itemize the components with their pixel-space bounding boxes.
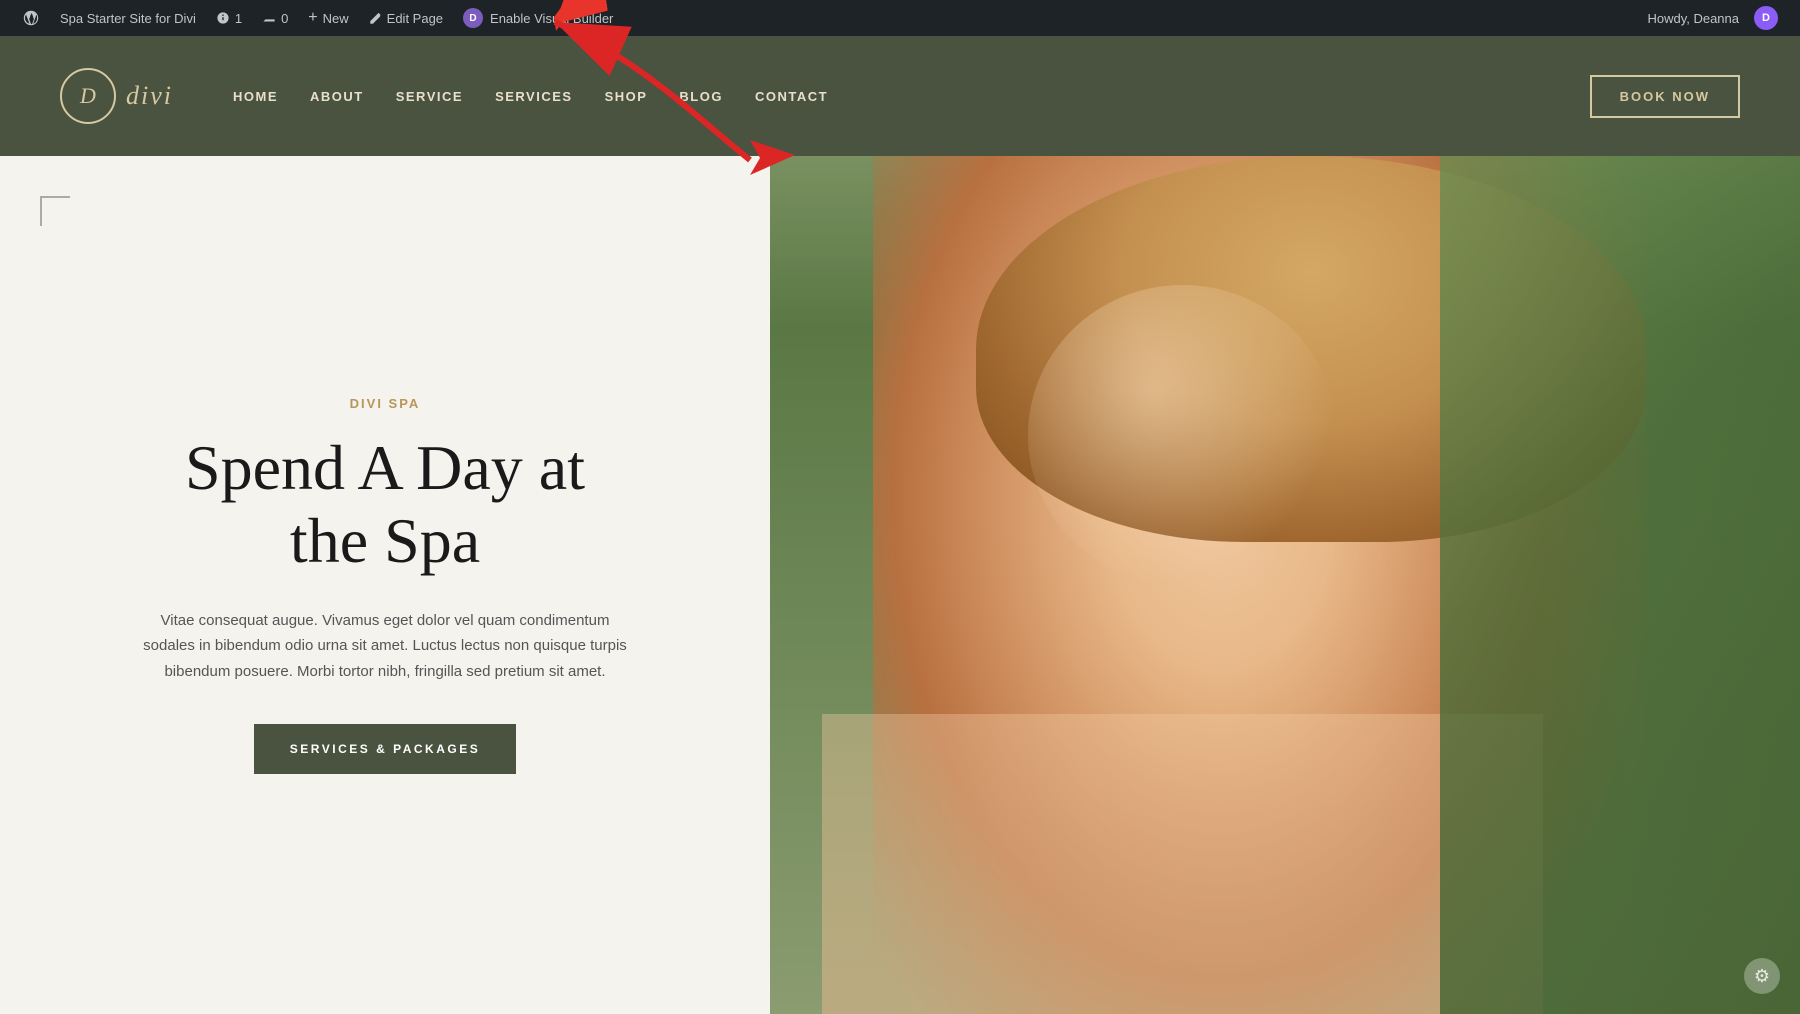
new-item[interactable]: + New bbox=[298, 0, 358, 36]
admin-bar-right: Howdy, Deanna D bbox=[1627, 6, 1788, 30]
comments-item[interactable]: 0 bbox=[252, 0, 298, 36]
comments-count: 0 bbox=[281, 11, 288, 26]
book-now-button[interactable]: BOOK NOW bbox=[1590, 75, 1740, 118]
nav-about[interactable]: ABOUT bbox=[310, 89, 364, 104]
hero-subtitle: DIVI SPA bbox=[350, 396, 421, 411]
foliage-layer bbox=[1440, 156, 1800, 1014]
howdy-text: Howdy, Deanna bbox=[1637, 11, 1749, 26]
logo-circle: D bbox=[60, 68, 116, 124]
nav-service[interactable]: SERVICE bbox=[396, 89, 463, 104]
hero-heading-line1: Spend A Day at bbox=[185, 432, 585, 503]
revision-count: 1 bbox=[235, 11, 242, 26]
edit-page-label: Edit Page bbox=[387, 11, 443, 26]
hero-heading-line2: the Spa bbox=[290, 505, 480, 576]
nav-blog[interactable]: BLOG bbox=[679, 89, 723, 104]
cta-button[interactable]: SERVICES & PACKAGES bbox=[254, 724, 516, 774]
settings-icon[interactable]: ⚙ bbox=[1744, 958, 1780, 994]
site-name-item[interactable]: Spa Starter Site for Divi bbox=[50, 0, 206, 36]
site-nav: HOME ABOUT SERVICE SERVICES SHOP BLOG CO… bbox=[233, 89, 1590, 104]
revision-item[interactable]: 1 bbox=[206, 0, 252, 36]
hero-image: ⚙ bbox=[770, 156, 1800, 1014]
nav-services[interactable]: SERVICES bbox=[495, 89, 573, 104]
face-highlight bbox=[1028, 285, 1337, 585]
nav-shop[interactable]: SHOP bbox=[605, 89, 648, 104]
hero-description: Vitae consequat augue. Vivamus eget dolo… bbox=[135, 608, 635, 685]
main-content: DIVI SPA Spend A Day at the Spa Vitae co… bbox=[0, 156, 1800, 1014]
corner-bracket-decoration bbox=[40, 196, 70, 226]
howdy-item[interactable]: Howdy, Deanna D bbox=[1627, 6, 1788, 30]
hero-heading: Spend A Day at the Spa bbox=[185, 431, 585, 578]
wp-logo-item[interactable] bbox=[12, 0, 50, 36]
enable-vb-label: Enable Visual Builder bbox=[490, 11, 613, 26]
nav-home[interactable]: HOME bbox=[233, 89, 278, 104]
site-name-label: Spa Starter Site for Divi bbox=[60, 11, 196, 26]
nav-contact[interactable]: CONTACT bbox=[755, 89, 828, 104]
admin-bar: Spa Starter Site for Divi 1 0 + New Edit… bbox=[0, 0, 1800, 36]
divi-icon: D bbox=[463, 8, 483, 28]
enable-vb-item[interactable]: D Enable Visual Builder bbox=[453, 0, 623, 36]
spa-photo-placeholder: ⚙ bbox=[770, 156, 1800, 1014]
body-layer bbox=[822, 714, 1543, 1014]
user-avatar: D bbox=[1754, 6, 1778, 30]
new-label: New bbox=[323, 11, 349, 26]
site-logo[interactable]: D divi bbox=[60, 68, 173, 124]
logo-text: divi bbox=[126, 81, 173, 111]
hero-left: DIVI SPA Spend A Day at the Spa Vitae co… bbox=[0, 156, 770, 1014]
edit-page-item[interactable]: Edit Page bbox=[359, 0, 453, 36]
site-header: D divi HOME ABOUT SERVICE SERVICES SHOP … bbox=[0, 36, 1800, 156]
